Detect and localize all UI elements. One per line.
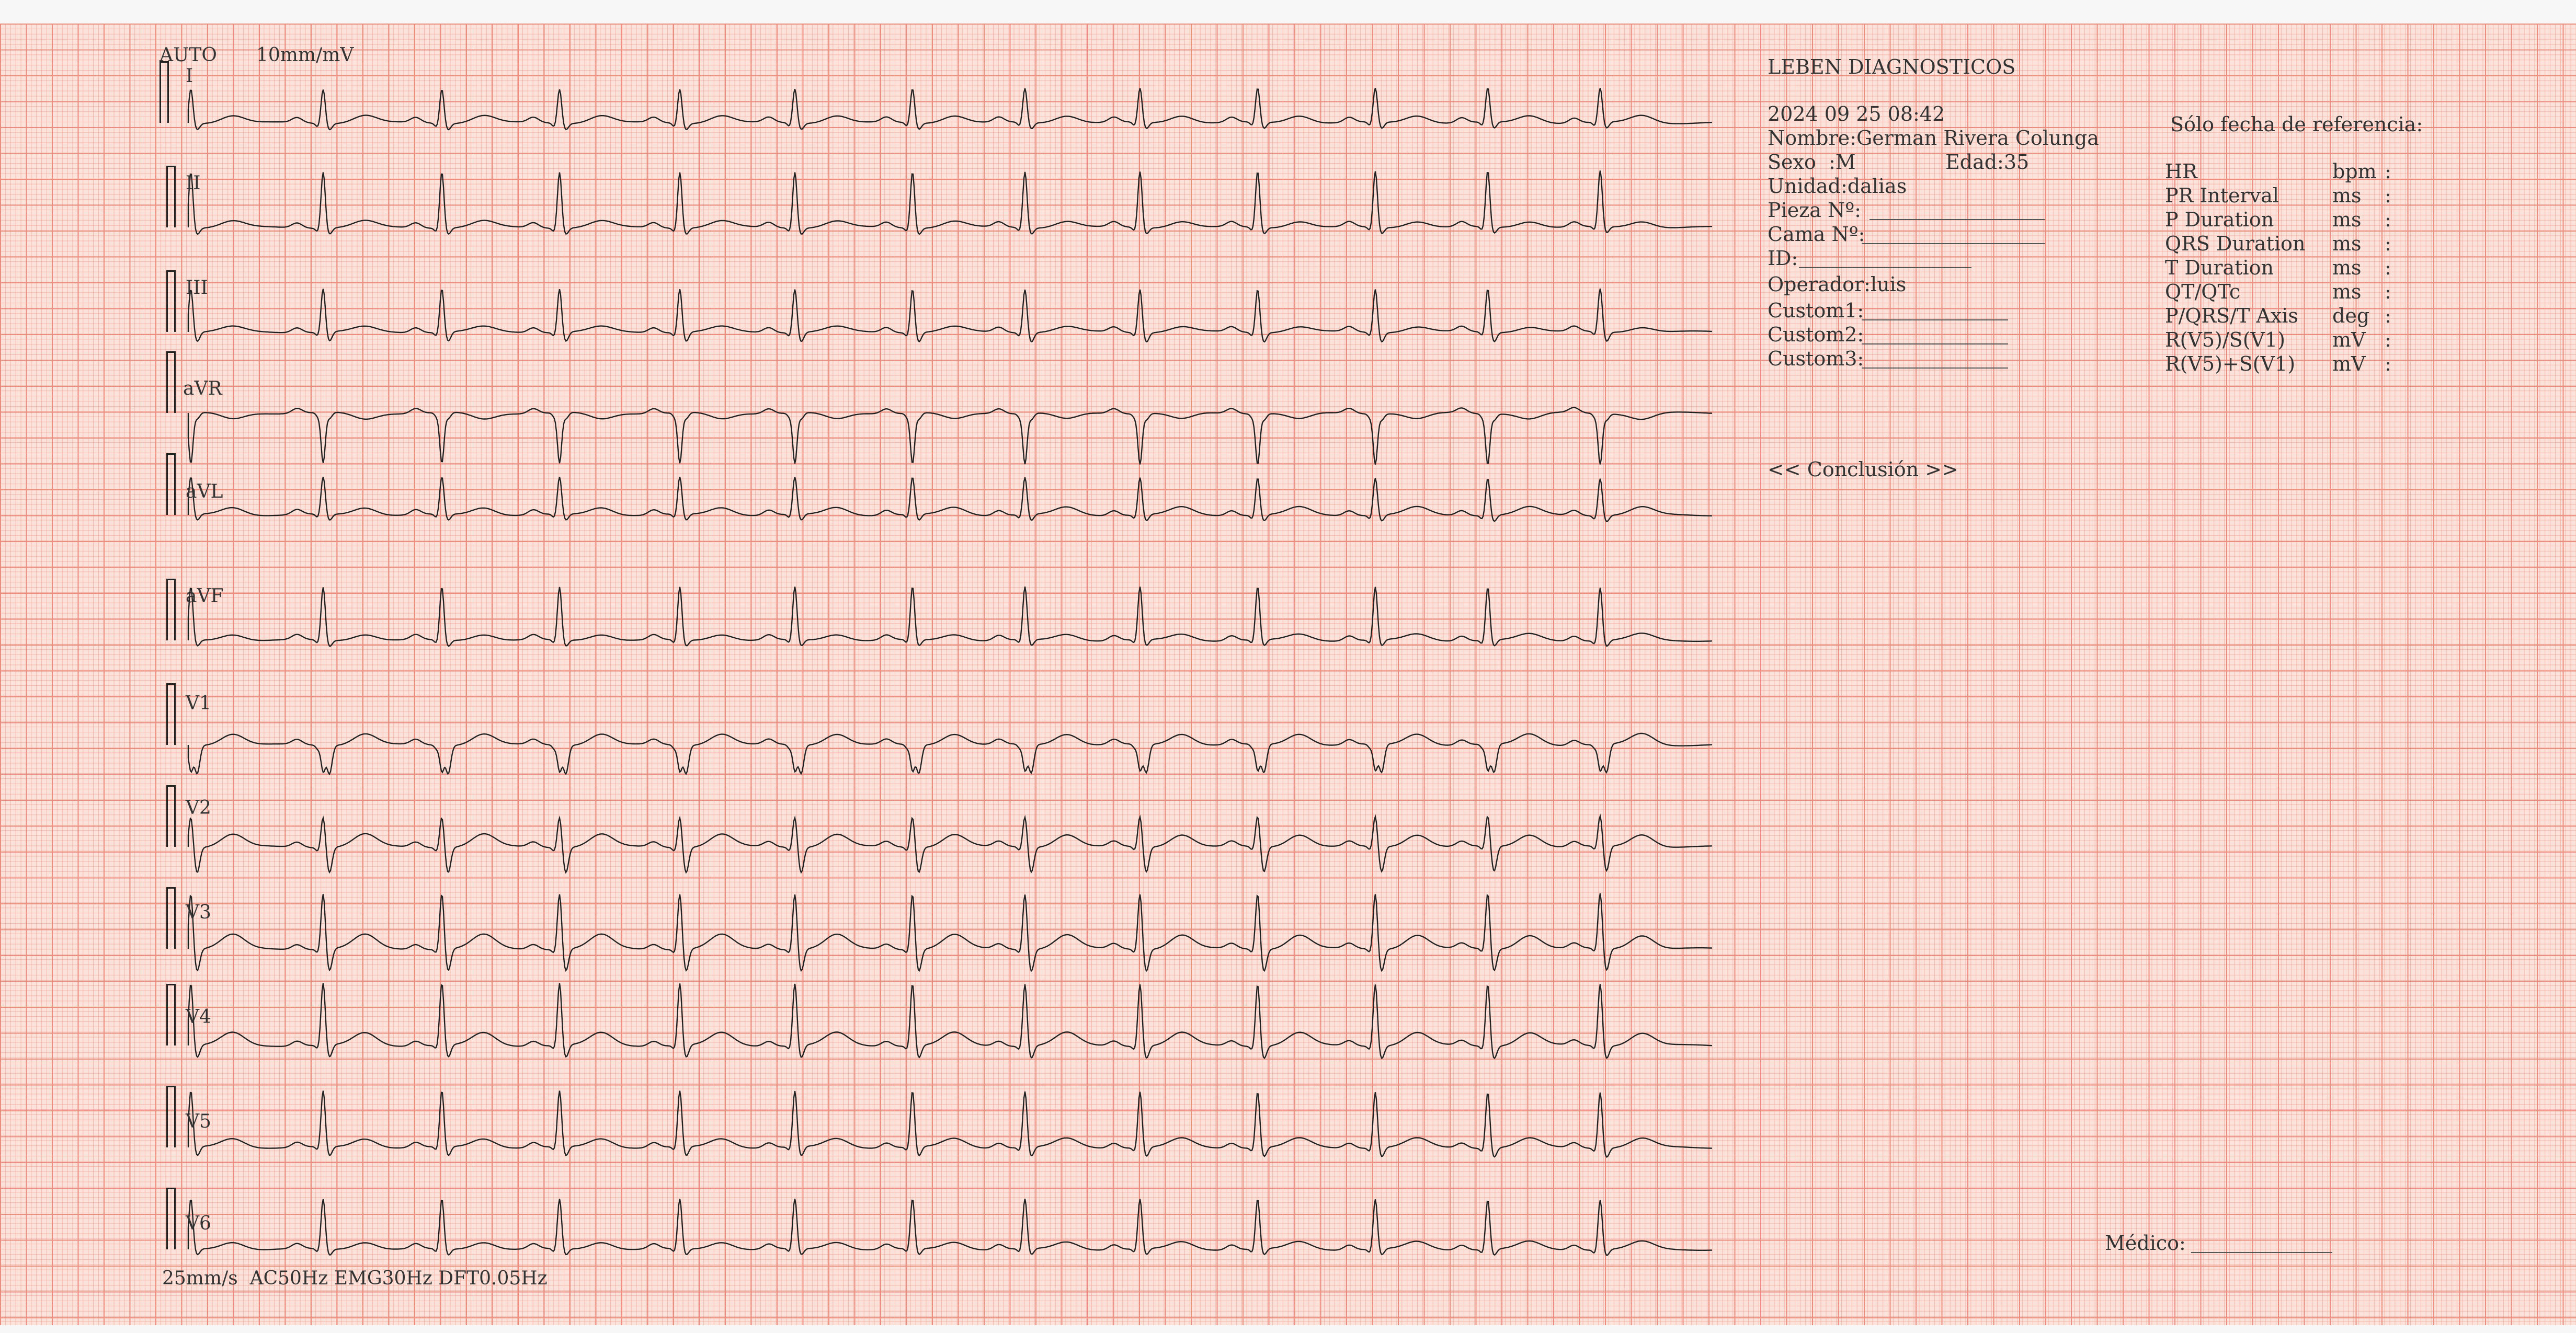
ecg-trace-avr — [187, 407, 1713, 465]
patient-unit: Unidad:dalias — [1768, 175, 1907, 198]
measurement-value-slot: : — [2385, 232, 2391, 255]
lead-label-ii: II — [186, 173, 201, 194]
measurement-unit: ms — [2332, 208, 2362, 231]
medico-signature-line — [2191, 1252, 2332, 1253]
calibration-pulse — [166, 453, 176, 515]
calibration-pulse — [159, 61, 169, 123]
patient-name: Nombre:German Rivera Colunga — [1768, 127, 2099, 150]
measurement-label: P/QRS/T Axis — [2165, 304, 2298, 327]
ecg-paper: AUTO 10mm/mV I II III aVR aVL aVF V1 V2 … — [0, 24, 2576, 1325]
patient-bed: Cama Nº: — [1768, 223, 1865, 246]
measurement-value-slot: : — [2385, 208, 2391, 231]
gain-label: 10mm/mV — [256, 44, 354, 66]
custom2-line — [1862, 343, 2008, 344]
medico-label: Médico: — [2105, 1232, 2186, 1255]
custom2: Custom2: — [1768, 323, 1864, 346]
measurement-value-slot: : — [2385, 304, 2391, 327]
lead-label-v3: V3 — [186, 902, 211, 923]
operator: Operador:luis — [1768, 273, 1907, 296]
record-datetime: 2024 09 25 08:42 — [1768, 102, 1945, 125]
custom3: Custom3: — [1768, 347, 1864, 370]
id-line — [1799, 267, 1971, 268]
lead-label-avl: aVL — [186, 481, 223, 502]
ecg-trace-v5 — [187, 1090, 1712, 1158]
bed-line — [1862, 243, 2045, 244]
ecg-trace-i — [187, 88, 1713, 131]
measurement-unit: mV — [2332, 352, 2366, 375]
calibration-pulse — [166, 579, 176, 640]
measurement-unit: ms — [2332, 184, 2362, 207]
patient-id: ID: — [1768, 247, 1798, 270]
patient-sex: Sexo :M — [1768, 151, 1856, 174]
lead-label-v4: V4 — [186, 1006, 211, 1028]
custom1-line — [1862, 319, 2008, 320]
lead-label-v6: V6 — [186, 1213, 211, 1234]
clinic-name: LEBEN DIAGNOSTICOS — [1768, 55, 2016, 78]
measurement-value-slot: : — [2385, 280, 2391, 303]
ecg-trace-avl — [187, 476, 1713, 522]
calibration-pulse — [166, 683, 176, 745]
measurement-value-slot: : — [2385, 184, 2391, 207]
measurement-label: P Duration — [2165, 208, 2274, 231]
ecg-trace-v1 — [187, 732, 1713, 776]
measurement-unit: mV — [2332, 328, 2366, 351]
lead-label-avr: aVR — [183, 378, 222, 399]
lead-label-v1: V1 — [186, 693, 211, 714]
patient-age: Edad:35 — [1945, 151, 2030, 174]
lead-label-i: I — [186, 65, 193, 87]
measurement-value-slot: : — [2385, 256, 2391, 279]
calibration-pulse — [166, 1188, 176, 1249]
measurement-unit: ms — [2332, 232, 2362, 255]
calibration-pulse — [166, 351, 176, 413]
lead-label-avf: aVF — [186, 585, 224, 607]
custom1: Custom1: — [1768, 299, 1864, 322]
conclusion-heading: << Conclusión >> — [1768, 458, 1958, 481]
ecg-trace-v2 — [187, 813, 1712, 874]
measurement-label: R(V5)/S(V1) — [2165, 328, 2285, 351]
measurement-value-slot: : — [2385, 328, 2391, 351]
measurement-unit: bpm — [2332, 160, 2377, 183]
calibration-pulse — [166, 166, 176, 227]
lead-label-v5: V5 — [186, 1111, 211, 1132]
patient-room: Pieza Nº: — [1768, 199, 1861, 222]
measurements-title: Sólo fecha de referencia: — [2170, 113, 2423, 136]
ecg-trace-ii — [187, 170, 1712, 235]
ecg-trace-v4 — [187, 983, 1713, 1060]
room-line — [1870, 219, 2045, 220]
ecg-trace-v6 — [187, 1198, 1712, 1256]
calibration-pulse — [166, 785, 176, 847]
measurement-label: PR Interval — [2165, 184, 2279, 207]
measurement-label: R(V5)+S(V1) — [2165, 352, 2296, 375]
lead-label-v2: V2 — [186, 797, 211, 819]
measurement-label: QT/QTc — [2165, 280, 2241, 303]
calibration-pulse — [166, 984, 176, 1045]
measurement-value-slot: : — [2385, 352, 2391, 375]
measurement-label: T Duration — [2165, 256, 2274, 279]
measurement-label: HR — [2165, 160, 2197, 183]
measurement-unit: ms — [2332, 280, 2362, 303]
measurement-unit: deg — [2332, 304, 2370, 327]
calibration-pulse — [166, 270, 176, 332]
measurement-label: QRS Duration — [2165, 232, 2306, 255]
measurement-value-slot: : — [2385, 160, 2391, 183]
measurement-unit: ms — [2332, 256, 2362, 279]
calibration-pulse — [166, 1086, 176, 1147]
custom3-line — [1862, 367, 2008, 369]
ecg-trace-v3 — [187, 893, 1713, 972]
ecg-trace-avf — [187, 587, 1713, 647]
filter-settings: 25mm/s AC50Hz EMG30Hz DFT0.05Hz — [162, 1268, 548, 1289]
lead-label-iii: III — [186, 277, 208, 298]
calibration-pulse — [166, 887, 176, 949]
ecg-trace-iii — [187, 288, 1713, 343]
